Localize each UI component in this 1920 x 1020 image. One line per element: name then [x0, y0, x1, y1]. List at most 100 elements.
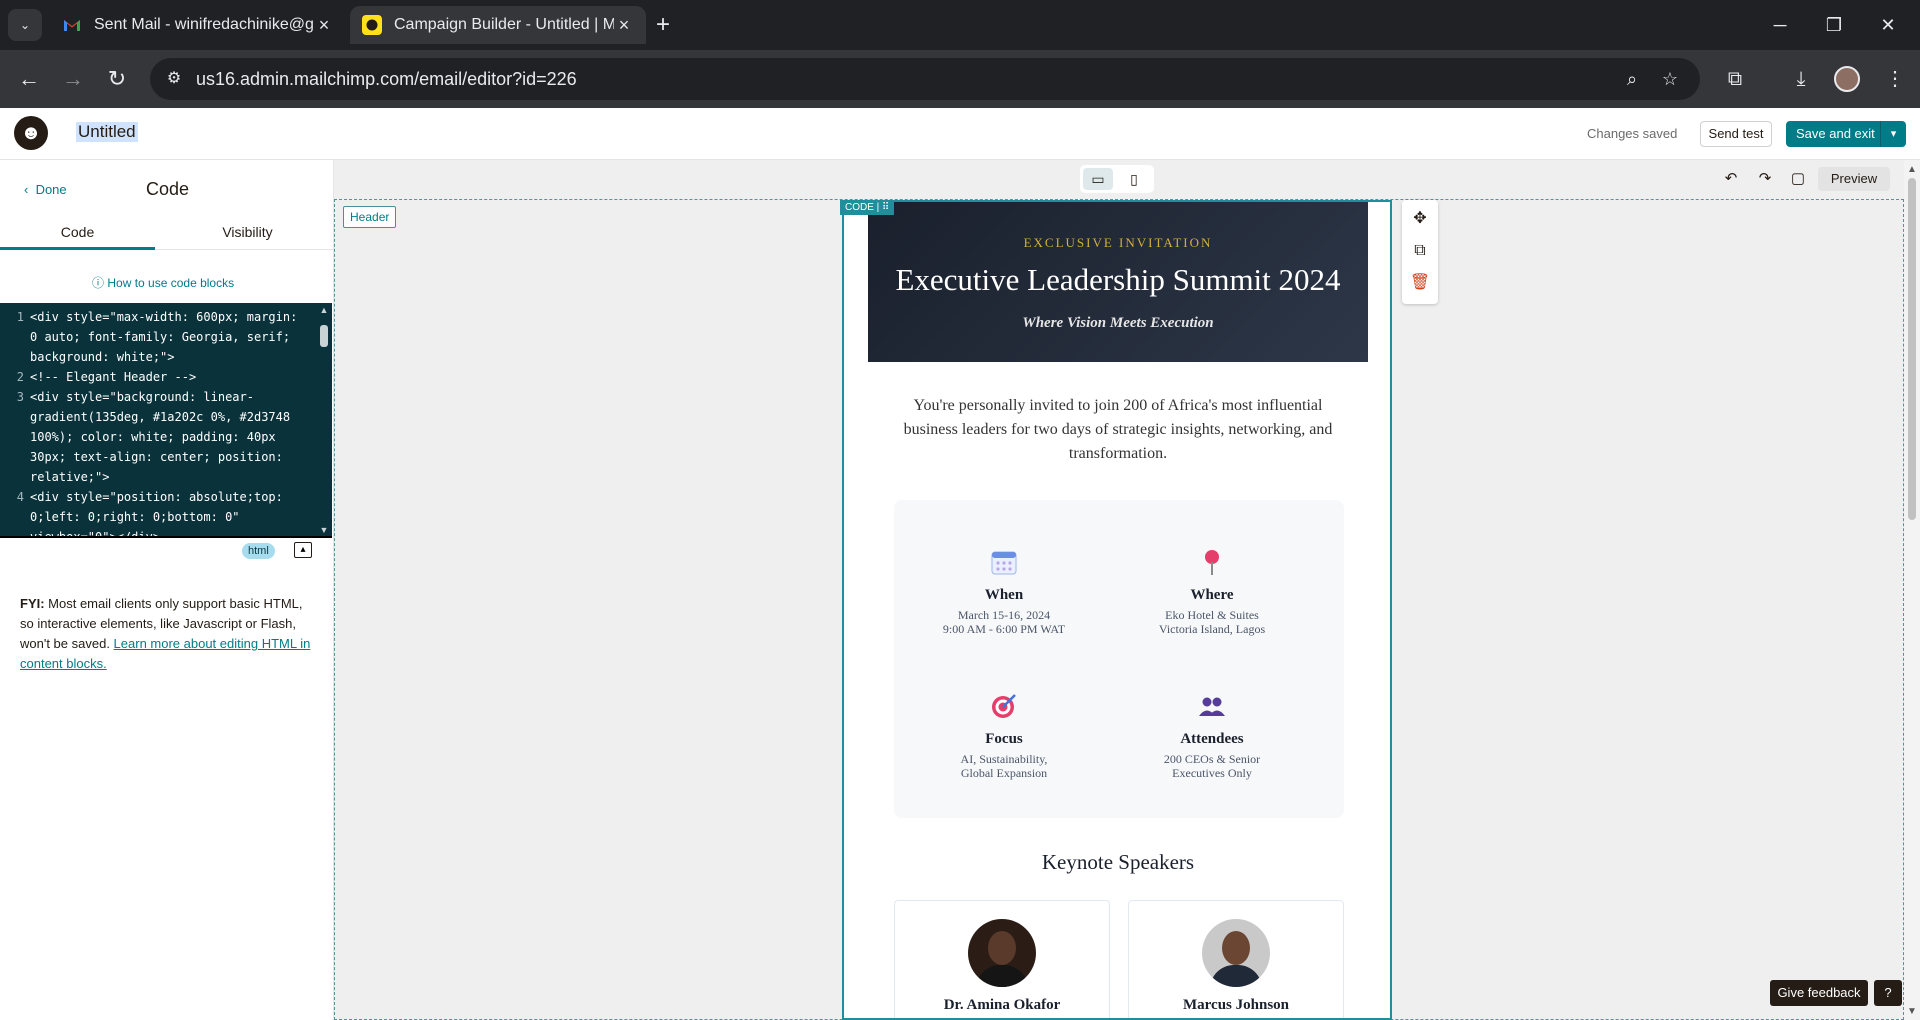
tab-title: Campaign Builder - Untitled | Mailchimp: [394, 16, 614, 33]
speaker-card: Marcus Johnson: [1128, 900, 1344, 1018]
comment-icon[interactable]: ▢: [1787, 168, 1809, 190]
fyi-label: FYI:: [20, 596, 45, 611]
duplicate-icon[interactable]: ⧉: [1409, 240, 1431, 262]
detail-line: Executives Only: [1172, 766, 1252, 780]
email-content[interactable]: EXCLUSIVE INVITATION Executive Leadershi…: [842, 200, 1392, 1020]
hero-title: Executive Leadership Summit 2024: [895, 262, 1341, 297]
move-icon[interactable]: ✥: [1409, 208, 1431, 230]
minimize-icon[interactable]: ─: [1760, 10, 1800, 40]
target-icon: [992, 694, 1016, 718]
undo-icon[interactable]: ↶: [1720, 168, 1742, 190]
scroll-up-icon[interactable]: ▲: [1907, 164, 1917, 175]
site-info-icon[interactable]: ⚙: [162, 67, 186, 91]
mailchimp-logo-icon[interactable]: ☻: [14, 116, 48, 150]
detail-line: March 15-16, 2024: [957, 608, 1051, 622]
speaker-name: Marcus Johnson: [1183, 997, 1289, 1013]
detail-line: AI, Sustainability,: [960, 752, 1048, 766]
canvas-scrollbar[interactable]: ▲ ▼: [1904, 160, 1920, 1020]
downloads-icon[interactable]: ⤓: [1786, 64, 1816, 94]
line-number: 1: [16, 310, 24, 324]
speaker-name: Dr. Amina Okafor: [943, 997, 1061, 1013]
hero-banner: EXCLUSIVE INVITATION Executive Leadershi…: [868, 202, 1368, 362]
detail-line: 200 CEOs & Senior: [1163, 752, 1261, 766]
extensions-icon[interactable]: ⧉: [1720, 64, 1750, 94]
save-and-exit-label: Save and exit: [1796, 126, 1875, 141]
tab-visibility[interactable]: Visibility: [170, 216, 325, 250]
detail-line: 9:00 AM - 6:00 PM WAT: [942, 622, 1066, 636]
section-label[interactable]: Header: [343, 206, 397, 228]
close-tab-icon[interactable]: ×: [614, 15, 634, 35]
detail-line: Victoria Island, Lagos: [1158, 622, 1266, 636]
code-text[interactable]: <!-- Elegant Header -->: [30, 367, 314, 387]
browser-menu-icon[interactable]: ⋮: [1880, 64, 1910, 94]
speaker-card: Dr. Amina Okafor: [894, 900, 1110, 1018]
line-number: 2: [16, 370, 24, 384]
detail-line: Global Expansion: [960, 766, 1048, 780]
help-button[interactable]: ?: [1874, 980, 1902, 1006]
device-toggle: ▭ ▯: [1080, 165, 1154, 193]
code-text[interactable]: <div style="max-width: 600px; margin: 0 …: [30, 307, 314, 367]
code-scrollbar[interactable]: ▲ ▼: [316, 303, 332, 537]
give-feedback-button[interactable]: Give feedback: [1770, 980, 1868, 1006]
speakers-heading: Keynote Speakers: [1041, 850, 1195, 874]
close-window-icon[interactable]: ✕: [1868, 10, 1908, 40]
intro-paragraph: You're personally invited to join 200 of…: [903, 397, 1333, 462]
save-and-exit-button[interactable]: Save and exit ▾: [1786, 121, 1906, 147]
tab-code[interactable]: Code: [0, 216, 155, 250]
code-editor[interactable]: 1 <div style="max-width: 600px; margin: …: [0, 303, 332, 564]
editor-canvas: ▭ ▯ ↶ ↷ ▢ Preview Header EXCLUSIVE INVIT…: [334, 160, 1920, 1020]
send-test-button[interactable]: Send test: [1700, 121, 1772, 147]
detail-line: Eko Hotel & Suites: [1165, 608, 1259, 622]
forward-icon[interactable]: →: [58, 64, 88, 94]
browser-tab-bar: ⌄ Sent Mail - winifredachinike@gmail.com…: [0, 0, 1920, 50]
image-icon[interactable]: ▴: [294, 542, 312, 558]
code-text[interactable]: <div style="background: linear-gradient(…: [30, 387, 314, 487]
done-button[interactable]: ‹ Done: [24, 182, 67, 197]
how-to-use-code-blocks-link[interactable]: ⓘ How to use code blocks: [92, 274, 234, 291]
detail-when: When March 15-16, 2024 9:00 AM - 6:00 PM…: [904, 548, 1104, 636]
desktop-view-icon[interactable]: ▭: [1083, 168, 1113, 190]
chevron-down-icon[interactable]: ▾: [1880, 121, 1906, 147]
bookmark-star-icon[interactable]: ☆: [1658, 67, 1682, 91]
code-text[interactable]: <div style="position: absolute;top: 0;le…: [30, 487, 314, 537]
done-label: Done: [35, 182, 67, 197]
url-text[interactable]: us16.admin.mailchimp.com/email/editor?id…: [196, 69, 577, 90]
editor-header: ☻ Untitled Changes saved Send test Save …: [0, 108, 1920, 160]
browser-tab-mailchimp[interactable]: Campaign Builder - Untitled | Mailchimp …: [350, 6, 646, 44]
new-tab-icon[interactable]: +: [650, 12, 676, 38]
tab-search-button[interactable]: ⌄: [8, 9, 42, 41]
code-line: 2 <!-- Elegant Header -->: [0, 367, 314, 387]
browser-tab-gmail[interactable]: Sent Mail - winifredachinike@gmail.com ×: [50, 6, 346, 44]
zoom-icon[interactable]: ⌕: [1620, 67, 1644, 91]
code-line: 4 <div style="position: absolute;top: 0;…: [0, 487, 314, 537]
code-line: 1 <div style="max-width: 600px; margin: …: [0, 307, 314, 367]
scroll-up-icon[interactable]: ▲: [318, 305, 330, 315]
code-block-tag[interactable]: CODE | ⠿: [840, 200, 895, 215]
scroll-down-icon[interactable]: ▼: [1907, 1006, 1917, 1017]
back-icon[interactable]: ←: [14, 64, 44, 94]
close-tab-icon[interactable]: ×: [314, 15, 334, 35]
delete-icon[interactable]: 🗑: [1409, 272, 1431, 294]
address-bar-row: ← → ↻ ⚙ us16.admin.mailchimp.com/email/e…: [0, 50, 1920, 108]
people-icon: [1199, 697, 1225, 716]
hero-tagline: Where Vision Meets Execution: [1022, 315, 1214, 331]
campaign-title[interactable]: Untitled: [76, 122, 138, 142]
scrollbar-thumb[interactable]: [1908, 178, 1916, 520]
scroll-down-icon[interactable]: ▼: [318, 525, 330, 535]
code-area[interactable]: 1 <div style="max-width: 600px; margin: …: [0, 303, 314, 537]
preview-button[interactable]: Preview: [1818, 167, 1890, 191]
redo-icon[interactable]: ↷: [1754, 168, 1776, 190]
block-toolbar: ✥ ⧉ 🗑: [1402, 200, 1438, 304]
reload-icon[interactable]: ↻: [102, 64, 132, 94]
speaker-photo: [968, 919, 1036, 987]
detail-label: Focus: [985, 731, 1023, 747]
speaker-photo: [1202, 919, 1270, 987]
profile-avatar[interactable]: [1834, 66, 1860, 92]
editor-footer: html ▴: [0, 536, 332, 564]
scrollbar-thumb[interactable]: [320, 325, 328, 347]
line-number: 3: [16, 390, 24, 404]
restore-icon[interactable]: ❐: [1814, 10, 1854, 40]
address-bar[interactable]: ⚙ us16.admin.mailchimp.com/email/editor?…: [150, 58, 1700, 100]
detail-label: Where: [1190, 587, 1234, 603]
mobile-view-icon[interactable]: ▯: [1119, 168, 1149, 190]
